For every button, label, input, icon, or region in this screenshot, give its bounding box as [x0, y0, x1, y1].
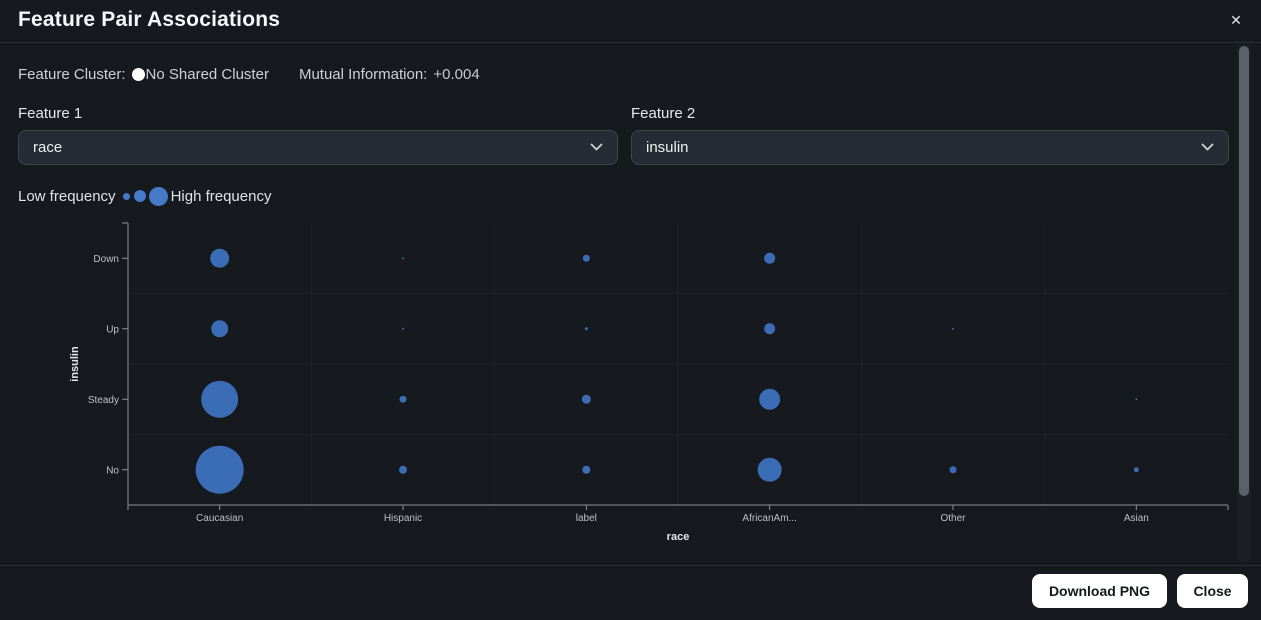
feature2-selected-value: insulin [646, 139, 689, 156]
feature-cluster-value: No Shared Cluster [145, 65, 269, 83]
legend-low-label: Low frequency [18, 187, 116, 205]
legend-small-dot-icon [122, 192, 130, 200]
bubble [764, 323, 776, 335]
bubble [195, 445, 244, 494]
feature1-label: Feature 1 [18, 105, 83, 122]
legend-high-label: High frequency [170, 187, 272, 205]
cluster-dot-icon [131, 67, 145, 81]
x-tick-label: label [576, 513, 597, 524]
x-axis-title: race [667, 531, 690, 543]
download-png-button[interactable]: Download PNG [1032, 574, 1167, 608]
dialog-header: Feature Pair Associations ✕ [0, 0, 1261, 43]
x-tick-label: Asian [1124, 513, 1149, 524]
y-tick-label: Up [106, 324, 119, 335]
chevron-down-icon [590, 143, 603, 152]
bubble [1133, 467, 1139, 473]
bubble [949, 466, 957, 474]
bubble [582, 254, 590, 262]
y-tick-label: Down [93, 254, 119, 265]
bubble [402, 257, 404, 260]
y-tick-label: No [106, 465, 119, 476]
scrollbar-thumb[interactable] [1239, 46, 1249, 496]
bubble [211, 320, 229, 338]
mutual-information-value: +0.004 [433, 65, 480, 83]
mutual-information-label: Mutual Information: [298, 65, 428, 83]
feature-pair-associations-dialog: Feature Pair Associations ✕ Feature Clus… [0, 0, 1261, 620]
chevron-down-icon [1201, 143, 1214, 152]
bubble [759, 388, 781, 410]
x-tick-label: Hispanic [384, 513, 422, 524]
feature1-selected-value: race [33, 139, 63, 156]
y-tick-label: Steady [88, 395, 119, 406]
bubble [757, 457, 782, 482]
bubble [582, 465, 591, 474]
x-tick-label: AfricanAm... [742, 513, 796, 524]
bubble [399, 465, 407, 474]
dialog-title: Feature Pair Associations [18, 8, 281, 31]
bubble [952, 327, 954, 330]
bubble [399, 395, 407, 403]
bubble-chart: Down Up Steady No Caucasian Hispanic label Afri… [69, 222, 1229, 543]
bubble [402, 327, 404, 330]
scrollbar-track[interactable] [1237, 44, 1251, 563]
bubble [210, 248, 230, 268]
dialog-footer: Download PNG Close [0, 565, 1261, 620]
feature2-label: Feature 2 [631, 105, 696, 122]
bubble [1135, 398, 1138, 401]
info-bar: Feature Cluster: No Shared Cluster Mutua… [18, 63, 480, 85]
legend-large-dot-icon [148, 186, 168, 206]
feature-cluster-label: Feature Cluster: [18, 65, 126, 83]
frequency-legend: Low frequency High frequency [18, 185, 271, 207]
x-tick-label: Other [940, 513, 966, 524]
bubble [201, 380, 239, 418]
x-tick-label: Caucasian [196, 513, 243, 524]
feature2-select[interactable]: insulin [631, 130, 1229, 165]
legend-medium-dot-icon [133, 190, 146, 202]
close-icon[interactable]: ✕ [1227, 11, 1245, 29]
bubble [584, 327, 588, 331]
bubble [764, 252, 776, 264]
close-button[interactable]: Close [1177, 574, 1248, 608]
bubble [581, 394, 591, 404]
y-axis-title: insulin [69, 346, 81, 382]
feature1-select[interactable]: race [18, 130, 618, 165]
